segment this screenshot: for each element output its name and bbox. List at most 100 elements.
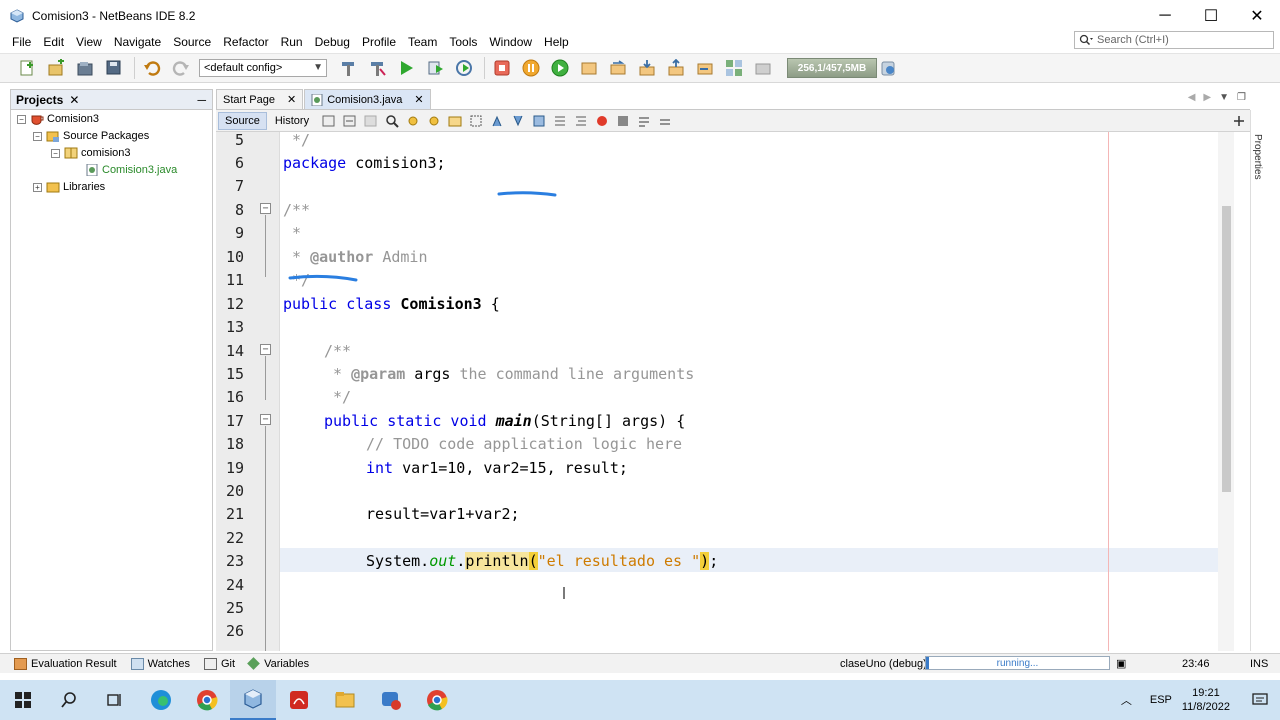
config-dropdown[interactable]: <default config> ▼: [199, 59, 327, 77]
shift-left-icon[interactable]: [553, 114, 567, 128]
scroll-left-icon[interactable]: ◀: [1188, 92, 1196, 103]
stop-icon[interactable]: [491, 57, 513, 79]
start-macro-icon[interactable]: [595, 114, 609, 128]
debug-project-icon[interactable]: [424, 57, 446, 79]
chevron-up-icon[interactable]: ︿: [1121, 692, 1132, 708]
menu-help[interactable]: Help: [538, 35, 575, 49]
search-icon[interactable]: [46, 680, 92, 720]
projects-tab[interactable]: Projects ✕ ─: [11, 90, 212, 110]
menu-team[interactable]: Team: [402, 35, 443, 49]
toggle-highlight-icon[interactable]: [448, 114, 462, 128]
collapse-icon[interactable]: −: [33, 131, 42, 141]
source-view-button[interactable]: Source: [218, 111, 267, 130]
add-line-icon[interactable]: [1232, 114, 1246, 128]
find-icon[interactable]: [385, 114, 399, 128]
minimize-panel-icon[interactable]: ─: [197, 93, 206, 107]
find-next-icon[interactable]: [427, 114, 441, 128]
new-file-icon[interactable]: [16, 57, 38, 79]
find-previous-icon[interactable]: [406, 114, 420, 128]
undo-icon[interactable]: [141, 57, 163, 79]
comment-icon[interactable]: [637, 114, 651, 128]
clean-build-icon[interactable]: [366, 57, 388, 79]
chat-app-icon[interactable]: [368, 680, 414, 720]
restore-window-icon[interactable]: ❐: [1237, 92, 1246, 103]
collapse-icon[interactable]: −: [51, 148, 60, 158]
step-over-expression-icon[interactable]: [607, 57, 629, 79]
menu-window[interactable]: Window: [483, 35, 538, 49]
menu-debug[interactable]: Debug: [309, 35, 356, 49]
garbage-collect-icon[interactable]: [877, 57, 899, 79]
last-edit-icon[interactable]: [322, 114, 336, 128]
tab-start-page[interactable]: Start Page ✕: [216, 89, 304, 109]
previous-bookmark-icon[interactable]: [490, 114, 504, 128]
rect-selection-icon[interactable]: [469, 114, 483, 128]
tree-item-libraries[interactable]: + Libraries: [33, 179, 105, 195]
windows-start-icon[interactable]: [0, 680, 46, 720]
open-project-icon[interactable]: [74, 57, 96, 79]
input-language[interactable]: ESP: [1150, 694, 1172, 706]
back-icon[interactable]: [343, 114, 357, 128]
close-icon[interactable]: ✕: [287, 93, 296, 106]
menu-tools[interactable]: Tools: [443, 35, 483, 49]
chrome-profile-icon[interactable]: [414, 680, 460, 720]
task-view-icon[interactable]: [92, 680, 138, 720]
menu-refactor[interactable]: Refactor: [217, 35, 274, 49]
new-project-icon[interactable]: [45, 57, 67, 79]
run-to-cursor-icon[interactable]: [694, 57, 716, 79]
uncomment-icon[interactable]: [658, 114, 672, 128]
code-editor[interactable]: 5 6 7 8 9 10 11 12 13 14 15 16 17 18 19 …: [216, 132, 1234, 651]
menu-edit[interactable]: Edit: [37, 35, 70, 49]
chrome-browser-icon[interactable]: [184, 680, 230, 720]
apply-code-changes-icon[interactable]: [723, 57, 745, 79]
scrollbar-thumb[interactable]: [1222, 206, 1231, 492]
shift-right-icon[interactable]: [574, 114, 588, 128]
acrobat-icon[interactable]: [276, 680, 322, 720]
forward-icon[interactable]: [364, 114, 378, 128]
search-input[interactable]: Search (Ctrl+I): [1074, 31, 1274, 49]
evaluation-result-button[interactable]: Evaluation Result: [14, 657, 117, 670]
minimize-button[interactable]: ─: [1142, 0, 1188, 31]
tree-item-source-packages[interactable]: − Source Packages: [33, 128, 149, 144]
toggle-bookmark-icon[interactable]: [532, 114, 546, 128]
profile-project-icon[interactable]: [453, 57, 475, 79]
maximize-button[interactable]: ☐: [1188, 0, 1234, 31]
menu-source[interactable]: Source: [167, 35, 217, 49]
step-over-icon[interactable]: [578, 57, 600, 79]
variables-button[interactable]: Variables: [247, 657, 309, 670]
build-hammer-icon[interactable]: [337, 57, 359, 79]
watches-button[interactable]: Watches: [130, 657, 190, 670]
tab-comision3-java[interactable]: Comision3.java ✕: [304, 89, 431, 109]
step-into-icon[interactable]: [636, 57, 658, 79]
take-snapshot-icon[interactable]: [752, 57, 774, 79]
progress-bar[interactable]: running...: [925, 656, 1110, 670]
step-out-icon[interactable]: [665, 57, 687, 79]
notifications-icon[interactable]: ▣: [1116, 657, 1126, 670]
history-view-button[interactable]: History: [269, 112, 315, 130]
pause-icon[interactable]: [520, 57, 542, 79]
netbeans-taskbar-icon[interactable]: [230, 680, 276, 720]
tree-item-java-file[interactable]: Comision3.java: [85, 162, 177, 178]
memory-usage-button[interactable]: 256,1/457,5MB: [787, 58, 877, 78]
properties-tab[interactable]: Properties: [1252, 134, 1263, 180]
tree-item-package[interactable]: − comision3: [51, 145, 131, 161]
save-all-icon[interactable]: [103, 57, 125, 79]
expand-icon[interactable]: +: [33, 182, 42, 192]
next-bookmark-icon[interactable]: [511, 114, 525, 128]
redo-icon[interactable]: [170, 57, 192, 79]
scroll-right-icon[interactable]: ▶: [1203, 92, 1211, 103]
run-project-icon[interactable]: [395, 57, 417, 79]
tab-list-icon[interactable]: ▼: [1219, 92, 1229, 103]
menu-view[interactable]: View: [70, 35, 108, 49]
editor-scrollbar[interactable]: [1218, 132, 1234, 651]
clock[interactable]: 19:21 11/8/2022: [1182, 686, 1230, 714]
close-button[interactable]: ✕: [1234, 0, 1280, 31]
continue-icon[interactable]: [549, 57, 571, 79]
collapse-icon[interactable]: −: [17, 114, 26, 124]
menu-profile[interactable]: Profile: [356, 35, 402, 49]
edge-browser-icon[interactable]: [138, 680, 184, 720]
file-explorer-icon[interactable]: [322, 680, 368, 720]
close-icon[interactable]: ✕: [414, 93, 423, 106]
tree-item-project[interactable]: − Comision3: [17, 111, 99, 127]
git-button[interactable]: Git: [204, 657, 235, 670]
close-icon[interactable]: ✕: [69, 93, 79, 107]
